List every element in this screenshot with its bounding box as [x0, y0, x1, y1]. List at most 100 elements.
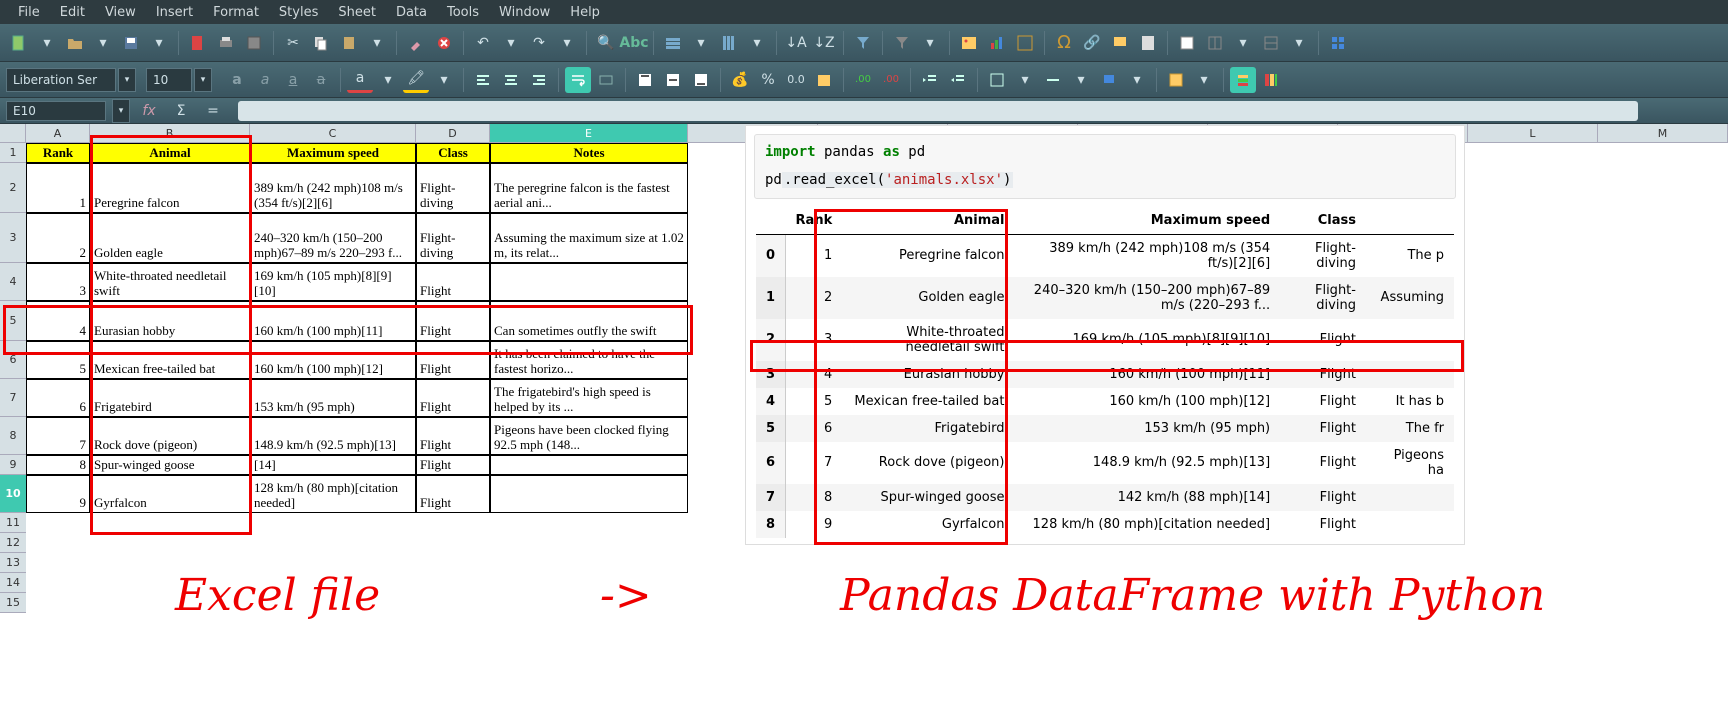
- underline-icon[interactable]: a: [280, 67, 306, 93]
- cell[interactable]: Frigatebird: [90, 379, 250, 417]
- clear-format-icon[interactable]: [431, 30, 457, 56]
- cell[interactable]: 169 km/h (105 mph)[8][9][10]: [250, 263, 416, 301]
- col-header-m[interactable]: M: [1598, 124, 1728, 142]
- cell[interactable]: Gyrfalcon: [90, 475, 250, 513]
- define-print-area-icon[interactable]: [1174, 30, 1200, 56]
- cell[interactable]: Flight-diving: [416, 213, 490, 263]
- cell[interactable]: 5: [26, 341, 90, 379]
- row-header[interactable]: 6: [0, 341, 26, 379]
- sort-desc-icon[interactable]: ↓Z: [811, 30, 837, 56]
- headers-footers-icon[interactable]: [1135, 30, 1161, 56]
- cell[interactable]: 3: [26, 263, 90, 301]
- date-format-icon[interactable]: [811, 67, 837, 93]
- cell[interactable]: Spur-winged goose: [90, 455, 250, 475]
- open-icon[interactable]: [62, 30, 88, 56]
- valign-middle-icon[interactable]: [660, 67, 686, 93]
- cell[interactable]: Assuming the maximum size at 1.02 m, its…: [490, 213, 688, 263]
- cell[interactable]: Maximum speed: [250, 143, 416, 163]
- menu-view[interactable]: View: [95, 5, 146, 20]
- cell[interactable]: Flight: [416, 301, 490, 341]
- menu-tools[interactable]: Tools: [437, 5, 489, 20]
- filter-icon[interactable]: [889, 30, 915, 56]
- cell[interactable]: Peregrine falcon: [90, 163, 250, 213]
- row-header[interactable]: 2: [0, 163, 26, 213]
- chevron-down-icon[interactable]: ▾: [1286, 30, 1312, 56]
- split-window-icon[interactable]: [1258, 30, 1284, 56]
- print-icon[interactable]: [213, 30, 239, 56]
- cell[interactable]: 160 km/h (100 mph)[12]: [250, 341, 416, 379]
- cell[interactable]: Rank: [26, 143, 90, 163]
- menu-insert[interactable]: Insert: [146, 5, 203, 20]
- chevron-down-icon[interactable]: ▾: [1124, 67, 1150, 93]
- cell[interactable]: 4: [26, 301, 90, 341]
- equals-icon[interactable]: =: [200, 98, 226, 124]
- chevron-down-icon[interactable]: ▾: [364, 30, 390, 56]
- chevron-down-icon[interactable]: ▾: [118, 68, 136, 92]
- cell[interactable]: Class: [416, 143, 490, 163]
- cell[interactable]: Can sometimes outfly the swift: [490, 301, 688, 341]
- menu-edit[interactable]: Edit: [50, 5, 95, 20]
- theme-icon[interactable]: [1258, 67, 1284, 93]
- borders-icon[interactable]: [984, 67, 1010, 93]
- chevron-down-icon[interactable]: ▾: [375, 67, 401, 93]
- pdf-export-icon[interactable]: [185, 30, 211, 56]
- image-icon[interactable]: [956, 30, 982, 56]
- menu-format[interactable]: Format: [203, 5, 269, 20]
- select-all-corner[interactable]: [0, 124, 26, 143]
- chevron-down-icon[interactable]: ▾: [1068, 67, 1094, 93]
- row-header[interactable]: 15: [0, 593, 26, 613]
- menu-file[interactable]: File: [8, 5, 50, 20]
- formula-input[interactable]: [238, 101, 1638, 121]
- row-header[interactable]: 7: [0, 379, 26, 417]
- row-header[interactable]: 4: [0, 263, 26, 301]
- col-header-c[interactable]: C: [250, 124, 416, 142]
- chevron-down-icon[interactable]: ▾: [554, 30, 580, 56]
- cell[interactable]: Animal: [90, 143, 250, 163]
- menu-data[interactable]: Data: [386, 5, 437, 20]
- cell[interactable]: Flight: [416, 475, 490, 513]
- font-size-select[interactable]: 10: [146, 68, 192, 92]
- save-icon[interactable]: [118, 30, 144, 56]
- row-header[interactable]: 12: [0, 533, 26, 553]
- col-header-l[interactable]: L: [1468, 124, 1598, 142]
- menu-sheet[interactable]: Sheet: [328, 5, 386, 20]
- cell[interactable]: 7: [26, 417, 90, 455]
- new-doc-icon[interactable]: [6, 30, 32, 56]
- paste-icon[interactable]: [336, 30, 362, 56]
- cell[interactable]: The frigatebird's high speed is helped b…: [490, 379, 688, 417]
- comment-icon[interactable]: [1107, 30, 1133, 56]
- cell[interactable]: [490, 263, 688, 301]
- row-header[interactable]: 10: [0, 475, 26, 513]
- cell[interactable]: 6: [26, 379, 90, 417]
- chevron-down-icon[interactable]: ▾: [744, 30, 770, 56]
- undo-icon[interactable]: ↶: [470, 30, 496, 56]
- cell[interactable]: 389 km/h (242 mph)108 m/s (354 ft/s)[2][…: [250, 163, 416, 213]
- decrease-indent-icon[interactable]: [945, 67, 971, 93]
- menu-window[interactable]: Window: [489, 5, 560, 20]
- cell[interactable]: Flight: [416, 263, 490, 301]
- cell[interactable]: 2: [26, 213, 90, 263]
- cell[interactable]: 153 km/h (95 mph): [250, 379, 416, 417]
- valign-bottom-icon[interactable]: [688, 67, 714, 93]
- cell[interactable]: 128 km/h (80 mph)[citation needed]: [250, 475, 416, 513]
- cell[interactable]: Flight: [416, 455, 490, 475]
- cell[interactable]: 240–320 km/h (150–200 mph)67–89 m/s 220–…: [250, 213, 416, 263]
- cell[interactable]: [490, 455, 688, 475]
- conditional-format-icon[interactable]: [1230, 67, 1256, 93]
- chevron-down-icon[interactable]: ▾: [1230, 30, 1256, 56]
- align-left-icon[interactable]: [470, 67, 496, 93]
- valign-top-icon[interactable]: [632, 67, 658, 93]
- cell[interactable]: Flight: [416, 341, 490, 379]
- remove-decimal-icon[interactable]: .00: [878, 67, 904, 93]
- cell[interactable]: Eurasian hobby: [90, 301, 250, 341]
- chart-icon[interactable]: [984, 30, 1010, 56]
- currency-icon[interactable]: 💰: [727, 67, 753, 93]
- cell[interactable]: Flight: [416, 379, 490, 417]
- chevron-down-icon[interactable]: ▾: [431, 67, 457, 93]
- add-decimal-icon[interactable]: .00: [850, 67, 876, 93]
- redo-icon[interactable]: ↷: [526, 30, 552, 56]
- strikethrough-icon[interactable]: a: [308, 67, 334, 93]
- cell[interactable]: 160 km/h (100 mph)[11]: [250, 301, 416, 341]
- cell[interactable]: White-throated needletail swift: [90, 263, 250, 301]
- hyperlink-icon[interactable]: 🔗: [1079, 30, 1105, 56]
